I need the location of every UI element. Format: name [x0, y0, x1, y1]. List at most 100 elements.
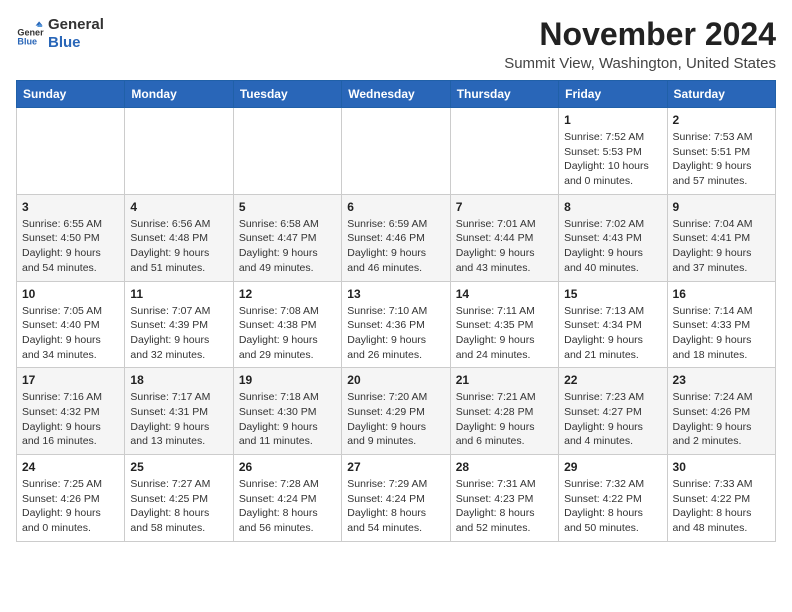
- calendar-cell: 24 Sunrise: 7:25 AM Sunset: 4:26 PM Dayli…: [17, 455, 125, 542]
- day-number: 12: [239, 287, 336, 301]
- day-info: Sunrise: 7:23 AM Sunset: 4:27 PM Dayligh…: [564, 390, 661, 449]
- calendar-cell: [233, 108, 341, 195]
- calendar-cell: 5 Sunrise: 6:58 AM Sunset: 4:47 PM Daylig…: [233, 194, 341, 281]
- calendar-cell: 23 Sunrise: 7:24 AM Sunset: 4:26 PM Dayli…: [667, 368, 775, 455]
- day-info: Sunrise: 7:24 AM Sunset: 4:26 PM Dayligh…: [673, 390, 770, 449]
- day-number: 20: [347, 373, 444, 387]
- day-number: 2: [673, 113, 770, 127]
- day-info: Sunrise: 7:27 AM Sunset: 4:25 PM Dayligh…: [130, 477, 227, 536]
- calendar-cell: 1Sunrise: 7:52 AM Sunset: 5:53 PM Daylig…: [559, 108, 667, 195]
- day-info: Sunrise: 7:21 AM Sunset: 4:28 PM Dayligh…: [456, 390, 553, 449]
- day-number: 13: [347, 287, 444, 301]
- day-number: 3: [22, 200, 119, 214]
- calendar-cell: 18 Sunrise: 7:17 AM Sunset: 4:31 PM Dayli…: [125, 368, 233, 455]
- calendar-cell: 19 Sunrise: 7:18 AM Sunset: 4:30 PM Dayli…: [233, 368, 341, 455]
- day-info: Sunrise: 6:56 AM Sunset: 4:48 PM Dayligh…: [130, 217, 227, 276]
- day-number: 10: [22, 287, 119, 301]
- logo: General Blue General Blue: [16, 16, 104, 52]
- calendar-cell: 26 Sunrise: 7:28 AM Sunset: 4:24 PM Dayli…: [233, 455, 341, 542]
- logo-general: General: [48, 16, 104, 34]
- calendar-cell: 15 Sunrise: 7:13 AM Sunset: 4:34 PM Dayli…: [559, 281, 667, 368]
- day-info: Sunrise: 6:59 AM Sunset: 4:46 PM Dayligh…: [347, 217, 444, 276]
- day-number: 25: [130, 460, 227, 474]
- day-info: Sunrise: 7:28 AM Sunset: 4:24 PM Dayligh…: [239, 477, 336, 536]
- weekday-header-friday: Friday: [559, 81, 667, 108]
- calendar-cell: 20 Sunrise: 7:20 AM Sunset: 4:29 PM Dayli…: [342, 368, 450, 455]
- calendar-cell: [17, 108, 125, 195]
- calendar-week-1: 1Sunrise: 7:52 AM Sunset: 5:53 PM Daylig…: [17, 108, 776, 195]
- day-info: Sunrise: 6:55 AM Sunset: 4:50 PM Dayligh…: [22, 217, 119, 276]
- weekday-header-thursday: Thursday: [450, 81, 558, 108]
- weekday-header-row: SundayMondayTuesdayWednesdayThursdayFrid…: [17, 81, 776, 108]
- day-number: 7: [456, 200, 553, 214]
- day-number: 8: [564, 200, 661, 214]
- day-number: 11: [130, 287, 227, 301]
- day-number: 30: [673, 460, 770, 474]
- calendar-cell: 2 Sunrise: 7:53 AM Sunset: 5:51 PM Daylig…: [667, 108, 775, 195]
- day-info: Sunrise: 7:11 AM Sunset: 4:35 PM Dayligh…: [456, 304, 553, 363]
- day-info: Sunrise: 7:52 AM Sunset: 5:53 PM Dayligh…: [564, 130, 661, 189]
- calendar-cell: [342, 108, 450, 195]
- calendar-week-4: 17Sunrise: 7:16 AM Sunset: 4:32 PM Dayli…: [17, 368, 776, 455]
- weekday-header-saturday: Saturday: [667, 81, 775, 108]
- day-info: Sunrise: 7:31 AM Sunset: 4:23 PM Dayligh…: [456, 477, 553, 536]
- calendar: SundayMondayTuesdayWednesdayThursdayFrid…: [16, 80, 776, 542]
- day-number: 26: [239, 460, 336, 474]
- calendar-cell: 6 Sunrise: 6:59 AM Sunset: 4:46 PM Daylig…: [342, 194, 450, 281]
- calendar-cell: [125, 108, 233, 195]
- calendar-cell: 8 Sunrise: 7:02 AM Sunset: 4:43 PM Daylig…: [559, 194, 667, 281]
- calendar-cell: 27Sunrise: 7:29 AM Sunset: 4:24 PM Dayli…: [342, 455, 450, 542]
- calendar-week-3: 10Sunrise: 7:05 AM Sunset: 4:40 PM Dayli…: [17, 281, 776, 368]
- month-title: November 2024: [504, 16, 776, 53]
- day-number: 24: [22, 460, 119, 474]
- day-number: 4: [130, 200, 227, 214]
- day-number: 5: [239, 200, 336, 214]
- calendar-cell: 22 Sunrise: 7:23 AM Sunset: 4:27 PM Dayli…: [559, 368, 667, 455]
- logo-blue: Blue: [48, 34, 104, 52]
- day-info: Sunrise: 7:32 AM Sunset: 4:22 PM Dayligh…: [564, 477, 661, 536]
- day-info: Sunrise: 7:10 AM Sunset: 4:36 PM Dayligh…: [347, 304, 444, 363]
- day-info: Sunrise: 7:20 AM Sunset: 4:29 PM Dayligh…: [347, 390, 444, 449]
- logo-icon: General Blue: [16, 20, 44, 48]
- day-info: Sunrise: 6:58 AM Sunset: 4:47 PM Dayligh…: [239, 217, 336, 276]
- header: General Blue General Blue November 2024 …: [16, 16, 776, 72]
- day-info: Sunrise: 7:29 AM Sunset: 4:24 PM Dayligh…: [347, 477, 444, 536]
- day-number: 15: [564, 287, 661, 301]
- calendar-cell: 17Sunrise: 7:16 AM Sunset: 4:32 PM Dayli…: [17, 368, 125, 455]
- calendar-cell: 9Sunrise: 7:04 AM Sunset: 4:41 PM Daylig…: [667, 194, 775, 281]
- title-area: November 2024 Summit View, Washington, U…: [504, 16, 776, 72]
- day-info: Sunrise: 7:02 AM Sunset: 4:43 PM Dayligh…: [564, 217, 661, 276]
- day-number: 23: [673, 373, 770, 387]
- day-info: Sunrise: 7:14 AM Sunset: 4:33 PM Dayligh…: [673, 304, 770, 363]
- calendar-cell: 14 Sunrise: 7:11 AM Sunset: 4:35 PM Dayli…: [450, 281, 558, 368]
- day-number: 29: [564, 460, 661, 474]
- day-info: Sunrise: 7:17 AM Sunset: 4:31 PM Dayligh…: [130, 390, 227, 449]
- weekday-header-sunday: Sunday: [17, 81, 125, 108]
- calendar-cell: 10Sunrise: 7:05 AM Sunset: 4:40 PM Dayli…: [17, 281, 125, 368]
- calendar-cell: 16 Sunrise: 7:14 AM Sunset: 4:33 PM Dayli…: [667, 281, 775, 368]
- day-number: 19: [239, 373, 336, 387]
- day-info: Sunrise: 7:18 AM Sunset: 4:30 PM Dayligh…: [239, 390, 336, 449]
- day-number: 22: [564, 373, 661, 387]
- day-info: Sunrise: 7:16 AM Sunset: 4:32 PM Dayligh…: [22, 390, 119, 449]
- day-info: Sunrise: 7:13 AM Sunset: 4:34 PM Dayligh…: [564, 304, 661, 363]
- day-info: Sunrise: 7:33 AM Sunset: 4:22 PM Dayligh…: [673, 477, 770, 536]
- day-info: Sunrise: 7:53 AM Sunset: 5:51 PM Dayligh…: [673, 130, 770, 189]
- day-info: Sunrise: 7:25 AM Sunset: 4:26 PM Dayligh…: [22, 477, 119, 536]
- calendar-cell: 30 Sunrise: 7:33 AM Sunset: 4:22 PM Dayli…: [667, 455, 775, 542]
- calendar-cell: 28Sunrise: 7:31 AM Sunset: 4:23 PM Dayli…: [450, 455, 558, 542]
- day-number: 16: [673, 287, 770, 301]
- calendar-cell: 7 Sunrise: 7:01 AM Sunset: 4:44 PM Daylig…: [450, 194, 558, 281]
- calendar-cell: [450, 108, 558, 195]
- calendar-week-2: 3 Sunrise: 6:55 AM Sunset: 4:50 PM Daylig…: [17, 194, 776, 281]
- day-number: 6: [347, 200, 444, 214]
- location: Summit View, Washington, United States: [504, 55, 776, 72]
- day-number: 14: [456, 287, 553, 301]
- day-info: Sunrise: 7:01 AM Sunset: 4:44 PM Dayligh…: [456, 217, 553, 276]
- calendar-cell: 29 Sunrise: 7:32 AM Sunset: 4:22 PM Dayli…: [559, 455, 667, 542]
- calendar-cell: 4 Sunrise: 6:56 AM Sunset: 4:48 PM Daylig…: [125, 194, 233, 281]
- calendar-cell: 12Sunrise: 7:08 AM Sunset: 4:38 PM Dayli…: [233, 281, 341, 368]
- calendar-cell: 25 Sunrise: 7:27 AM Sunset: 4:25 PM Dayli…: [125, 455, 233, 542]
- day-number: 18: [130, 373, 227, 387]
- weekday-header-wednesday: Wednesday: [342, 81, 450, 108]
